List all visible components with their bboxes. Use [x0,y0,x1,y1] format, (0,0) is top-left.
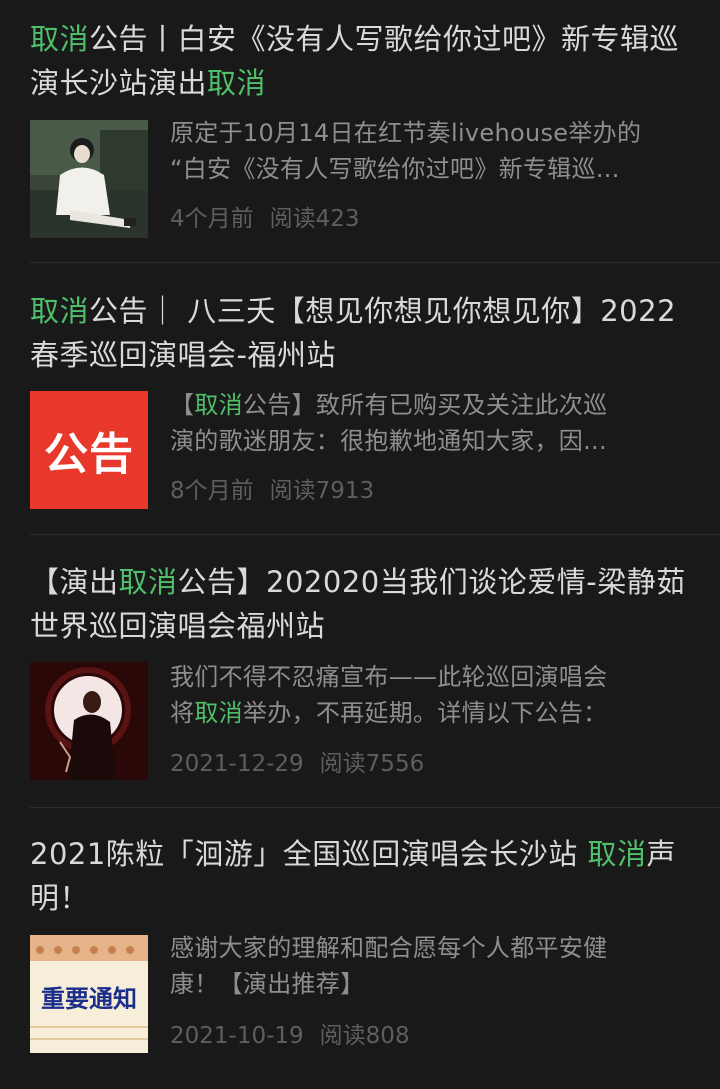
article-title[interactable]: 2021陈粒「洄游」全国巡回演唱会长沙站 取消声明！ [30,832,690,920]
read-count: 阅读7556 [319,751,425,777]
summary-text: 我们不得不忍痛宣布——此轮巡回演唱会 [170,663,608,691]
article-thumbnail[interactable]: 公告 [30,391,148,509]
summary-text: 原定于10月14日在红节奏livehouse举办的 [170,119,642,147]
keyword-highlight: 取消 [207,66,267,100]
summary-line: 原定于10月14日在红节奏livehouse举办的 [170,115,690,151]
article-meta: 8个月前 阅读7913 [170,476,374,506]
read-count: 阅读423 [269,206,360,232]
keyword-highlight: 取消 [30,22,90,56]
keyword-highlight: 取消 [118,565,178,599]
summary-line: 我们不得不忍痛宣布——此轮巡回演唱会 [170,659,690,695]
article-meta: 4个月前 阅读423 [170,204,360,234]
title-text: 公告｜ 八三夭【想见你想见你想见你】2022春季巡回演唱会-福州站 [30,294,677,372]
read-count: 阅读7913 [269,478,375,504]
article-title[interactable]: 【演出取消公告】202020当我们谈论爱情-梁静茹世界巡回演唱会福州站 [30,560,690,648]
title-text: 公告丨白安《没有人写歌给你过吧》新专辑巡演长沙站演出 [30,22,680,100]
singer-moon-photo-image [30,662,148,780]
publish-time: 4个月前 [170,206,254,232]
article-title[interactable]: 取消公告丨白安《没有人写歌给你过吧》新专辑巡演长沙站演出取消 [30,17,690,105]
summary-text: 康！【演出推荐】 [170,970,365,998]
summary-text: 演的歌迷朋友：很抱歉地通知大家，因... [170,427,607,455]
article-item[interactable]: 【演出取消公告】202020当我们谈论爱情-梁静茹世界巡回演唱会福州站 我们不得… [0,535,720,808]
notice-thumbnail-text: 重要通知 [41,985,137,1013]
article-item[interactable]: 取消公告丨白安《没有人写歌给你过吧》新专辑巡演长沙站演出取消 原定于10月14日… [0,0,720,263]
notice-thumbnail-text: 公告 [44,429,134,480]
article-summary: 【取消公告】致所有已购买及关注此次巡演的歌迷朋友：很抱歉地通知大家，因... [170,387,690,459]
summary-text: 举办，不再延期。详情以下公告： [242,699,608,727]
article-thumbnail[interactable] [30,662,148,780]
summary-line: 将取消举办，不再延期。详情以下公告： [170,695,690,731]
read-count: 阅读808 [319,1023,410,1049]
article-item[interactable]: 2021陈粒「洄游」全国巡回演唱会长沙站 取消声明！ 重要通知 感谢大家的理解和… [0,808,720,1089]
article-title[interactable]: 取消公告｜ 八三夭【想见你想见你想见你】2022春季巡回演唱会-福州站 [30,289,690,377]
publish-time: 2021-10-19 [170,1023,304,1049]
summary-text: 感谢大家的理解和配合愿每个人都平安健 [170,934,608,962]
title-text: 【演出 [30,565,119,599]
article-summary: 原定于10月14日在红节奏livehouse举办的 “白安《没有人写歌给你过吧》新… [170,115,690,187]
keyword-highlight: 取消 [194,391,243,419]
article-meta: 2021-12-29 阅读7556 [170,749,424,779]
keyword-highlight: 取消 [30,294,90,328]
summary-text: 公告】致所有已购买及关注此次巡 [242,391,608,419]
title-text: 2021陈粒「洄游」全国巡回演唱会长沙站 [30,837,588,871]
summary-line: 【取消公告】致所有已购买及关注此次巡 [170,387,690,423]
publish-time: 8个月前 [170,478,254,504]
summary-line: 康！【演出推荐】 [170,966,690,1002]
woman-photo-image [30,120,148,238]
article-item[interactable]: 取消公告｜ 八三夭【想见你想见你想见你】2022春季巡回演唱会-福州站 公告 【… [0,263,720,535]
article-summary: 感谢大家的理解和配合愿每个人都平安健 康！【演出推荐】 [170,930,690,1002]
summary-line: 演的歌迷朋友：很抱歉地通知大家，因... [170,423,690,459]
summary-line: 感谢大家的理解和配合愿每个人都平安健 [170,930,690,966]
keyword-highlight: 取消 [587,837,647,871]
keyword-highlight: 取消 [194,699,243,727]
article-thumbnail[interactable] [30,120,148,238]
summary-text: “白安《没有人写歌给你过吧》新专辑巡... [170,155,620,183]
summary-text: 将 [170,699,195,727]
article-meta: 2021-10-19 阅读808 [170,1021,410,1051]
article-summary: 我们不得不忍痛宣布——此轮巡回演唱会 将取消举办，不再延期。详情以下公告： [170,659,690,731]
summary-line: “白安《没有人写歌给你过吧》新专辑巡... [170,151,690,187]
summary-text: 【 [170,391,195,419]
article-list: 取消公告丨白安《没有人写歌给你过吧》新专辑巡演长沙站演出取消 原定于10月14日… [0,0,720,1089]
publish-time: 2021-12-29 [170,751,304,777]
article-thumbnail[interactable]: 重要通知 [30,935,148,1053]
